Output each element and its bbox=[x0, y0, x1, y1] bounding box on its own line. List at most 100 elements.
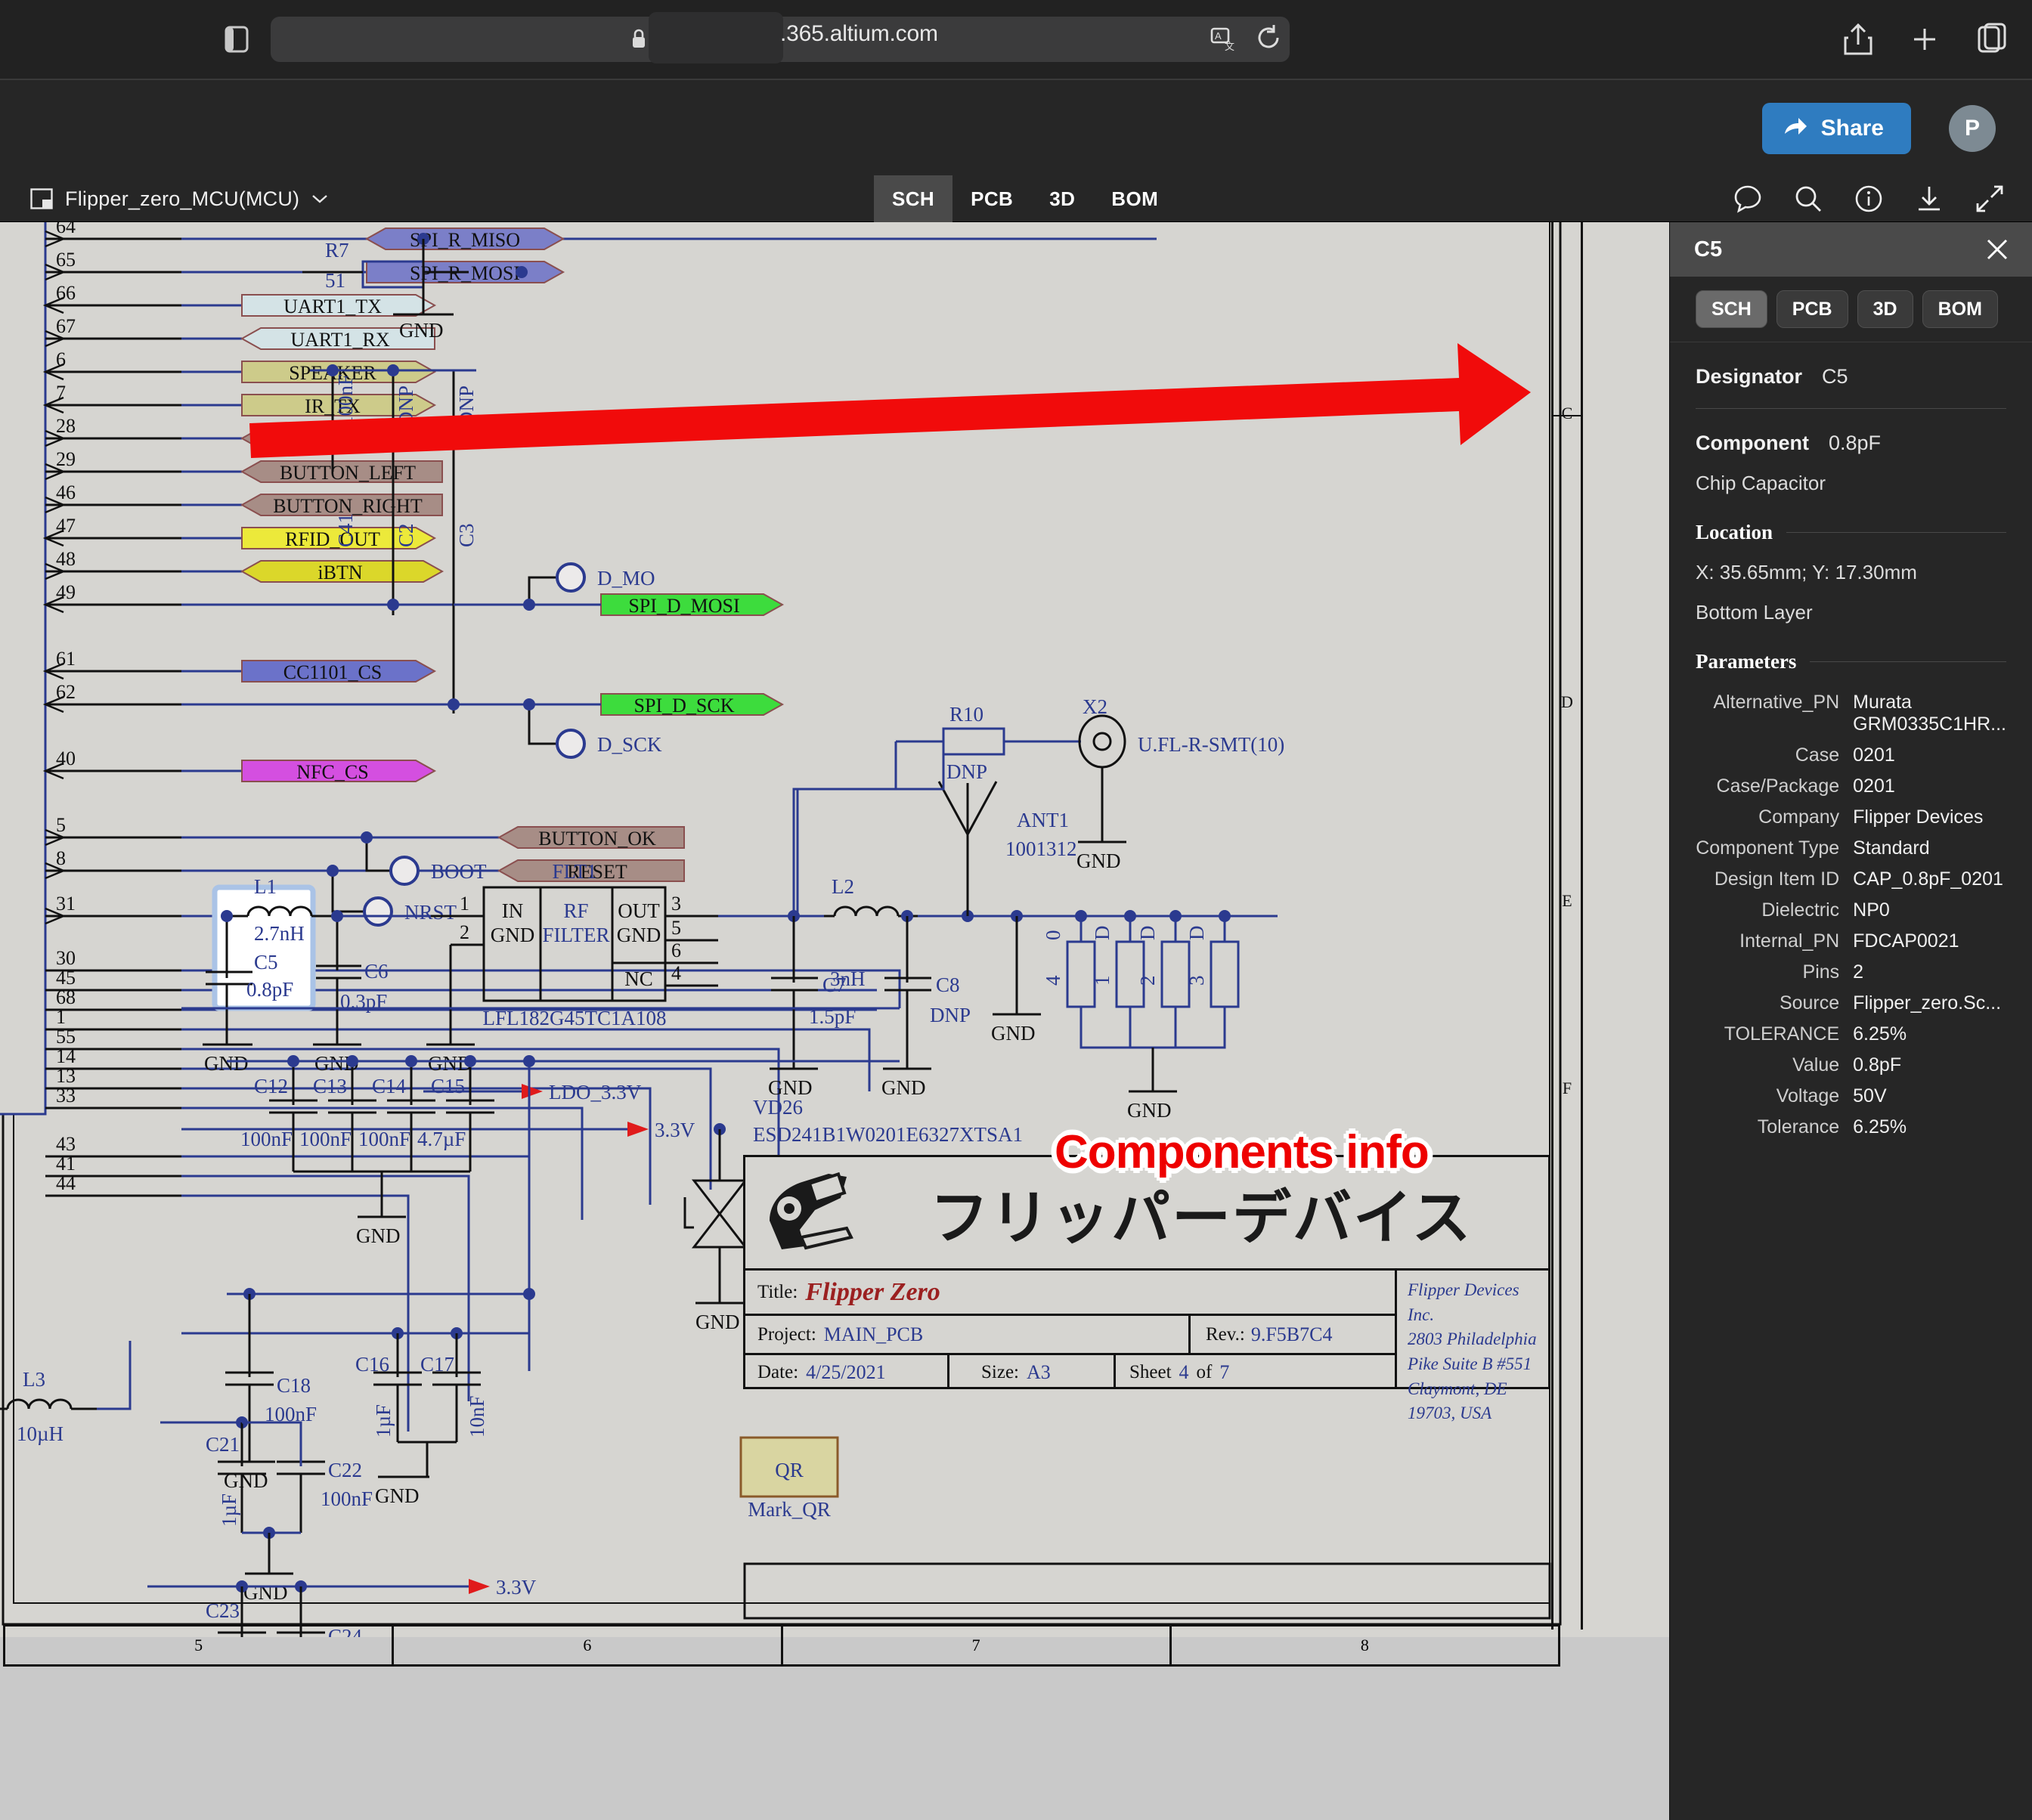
info-icon[interactable] bbox=[1854, 184, 1884, 214]
svg-text:3: 3 bbox=[1185, 976, 1208, 986]
title-block: フリッパーデバイス Title: Flipper Zero Project: M… bbox=[743, 1155, 1550, 1389]
svg-text:RF: RF bbox=[563, 899, 588, 922]
tab-pcb[interactable]: PCB bbox=[952, 175, 1031, 222]
svg-text:L2: L2 bbox=[832, 875, 854, 898]
param-key: Pins bbox=[1696, 957, 1853, 988]
svg-text:1: 1 bbox=[1091, 976, 1114, 986]
svg-text:100nF: 100nF bbox=[321, 1487, 373, 1510]
svg-text:BOOT: BOOT bbox=[431, 860, 487, 883]
svg-text:A: A bbox=[1215, 30, 1222, 42]
param-key: Alternative_PN bbox=[1696, 687, 1853, 740]
svg-text:28: 28 bbox=[56, 415, 76, 437]
panel-tab-sch[interactable]: SCH bbox=[1696, 290, 1767, 328]
component-value: 0.8pF bbox=[1829, 432, 1881, 455]
svg-text:48: 48 bbox=[56, 548, 76, 570]
share-button[interactable]: Share bbox=[1762, 103, 1911, 154]
share-arrow-icon bbox=[1783, 114, 1807, 143]
svg-text:LFL182G45TC1A108: LFL182G45TC1A108 bbox=[483, 1007, 667, 1029]
panel-tab-3d[interactable]: 3D bbox=[1857, 290, 1913, 328]
document-title-dropdown[interactable]: Flipper_zero_MCU(MCU) bbox=[30, 175, 328, 222]
svg-text:ESD241B1W0201E6327XTSA1: ESD241B1W0201E6327XTSA1 bbox=[753, 1123, 1023, 1146]
address-line-5: 19703, USA bbox=[1408, 1401, 1548, 1426]
document-actions bbox=[1733, 175, 2005, 222]
svg-text:29: 29 bbox=[56, 448, 76, 470]
size-value: A3 bbox=[1027, 1361, 1051, 1384]
search-icon[interactable] bbox=[1793, 184, 1823, 214]
svg-text:3.3V: 3.3V bbox=[655, 1119, 695, 1141]
param-value: CAP_0.8pF_0201 bbox=[1853, 864, 2006, 895]
svg-text:C5: C5 bbox=[254, 951, 278, 973]
size-label: Size: bbox=[981, 1362, 1019, 1383]
param-key: Dielectric bbox=[1696, 895, 1853, 926]
svg-text:GND: GND bbox=[375, 1484, 420, 1507]
svg-text:30: 30 bbox=[56, 947, 76, 969]
section-rule bbox=[1810, 661, 2006, 662]
translate-icon[interactable]: A文 bbox=[1210, 24, 1240, 54]
svg-text:GND: GND bbox=[204, 1052, 249, 1075]
download-icon[interactable] bbox=[1914, 184, 1944, 214]
svg-text:D_MO: D_MO bbox=[597, 567, 655, 590]
svg-text:44: 44 bbox=[56, 1172, 76, 1194]
tab-sch[interactable]: SCH bbox=[874, 175, 952, 222]
fullscreen-icon[interactable] bbox=[1975, 184, 2005, 214]
svg-text:C7: C7 bbox=[822, 973, 847, 996]
table-row: Alternative_PNMurata GRM0335C1HR... bbox=[1696, 687, 2006, 740]
svg-text:1µF: 1µF bbox=[372, 1404, 395, 1438]
svg-text:3.3V: 3.3V bbox=[496, 1576, 537, 1599]
svg-text:LDO_3.3V: LDO_3.3V bbox=[549, 1081, 642, 1103]
svg-text:C22: C22 bbox=[328, 1459, 362, 1481]
svg-text:C18: C18 bbox=[277, 1374, 311, 1397]
svg-text:65: 65 bbox=[56, 249, 76, 271]
svg-text:DNP: DNP bbox=[395, 385, 417, 426]
svg-text:D: D bbox=[1185, 926, 1208, 941]
svg-text:8: 8 bbox=[56, 847, 66, 869]
reload-icon[interactable] bbox=[1255, 23, 1282, 54]
parameters-label: Parameters bbox=[1696, 650, 1796, 673]
svg-text:C13: C13 bbox=[313, 1075, 347, 1097]
grid-numbers-row: 5 6 7 8 bbox=[3, 1624, 1560, 1667]
svg-text:BUTTON_UP: BUTTON_UP bbox=[290, 429, 404, 450]
svg-text:45: 45 bbox=[56, 967, 76, 989]
svg-text:C14: C14 bbox=[372, 1075, 407, 1097]
designator-row: Designator C5 bbox=[1696, 365, 2006, 388]
comment-icon[interactable] bbox=[1733, 184, 1763, 214]
grid-number-6: 6 bbox=[394, 1627, 782, 1664]
schematic-canvas[interactable]: .w{stroke:#2b3a8f;stroke-width:3;fill:no… bbox=[0, 222, 1669, 1820]
tab-bom[interactable]: BOM bbox=[1093, 175, 1176, 222]
grid-letter-e: E bbox=[1551, 891, 1583, 911]
sheet-label: Sheet bbox=[1129, 1362, 1172, 1383]
tab-3d[interactable]: 3D bbox=[1031, 175, 1093, 222]
address-line-1: Flipper Devices Inc. bbox=[1408, 1278, 1548, 1327]
svg-text:68: 68 bbox=[56, 986, 76, 1008]
plus-icon[interactable] bbox=[1908, 21, 1941, 57]
param-value: Flipper_zero.Sc... bbox=[1853, 988, 2006, 1019]
svg-text:µF: µF bbox=[0, 1481, 1, 1504]
svg-text:C21: C21 bbox=[206, 1433, 240, 1456]
svg-text:2.7nH: 2.7nH bbox=[254, 922, 305, 945]
svg-text:D: D bbox=[1091, 926, 1114, 941]
svg-text:C8: C8 bbox=[936, 973, 960, 996]
close-icon[interactable] bbox=[1982, 234, 2012, 265]
svg-text:100nF: 100nF bbox=[240, 1128, 293, 1150]
section-rule bbox=[1786, 532, 2006, 533]
component-label: Component bbox=[1696, 432, 1809, 455]
svg-text:1: 1 bbox=[460, 893, 469, 915]
share-icon[interactable] bbox=[1842, 21, 1875, 57]
table-row: SourceFlipper_zero.Sc... bbox=[1696, 988, 2006, 1019]
param-value: 6.25% bbox=[1853, 1019, 2006, 1050]
panel-tabs: SCH PCB 3D BOM bbox=[1670, 277, 2032, 342]
document-toolbar: Flipper_zero_MCU(MCU) SCH PCB 3D BOM bbox=[0, 175, 2032, 222]
sidebar-toggle-icon[interactable] bbox=[223, 21, 250, 57]
svg-text:100nF: 100nF bbox=[358, 1128, 410, 1150]
param-value: 6.25% bbox=[1853, 1112, 2006, 1143]
avatar[interactable]: P bbox=[1949, 105, 1996, 152]
project-value: MAIN_PCB bbox=[824, 1323, 923, 1346]
svg-text:DNP: DNP bbox=[930, 1004, 971, 1026]
component-info-panel: C5 SCH PCB 3D BOM Designator C5 Componen… bbox=[1669, 222, 2032, 1820]
panel-tab-bom[interactable]: BOM bbox=[1922, 290, 1998, 328]
svg-text:R10: R10 bbox=[949, 703, 983, 726]
svg-text:GND: GND bbox=[356, 1224, 401, 1247]
tab-overview-icon[interactable] bbox=[1975, 21, 2008, 57]
panel-tab-pcb[interactable]: PCB bbox=[1776, 290, 1848, 328]
table-row: Value0.8pF bbox=[1696, 1050, 2006, 1081]
